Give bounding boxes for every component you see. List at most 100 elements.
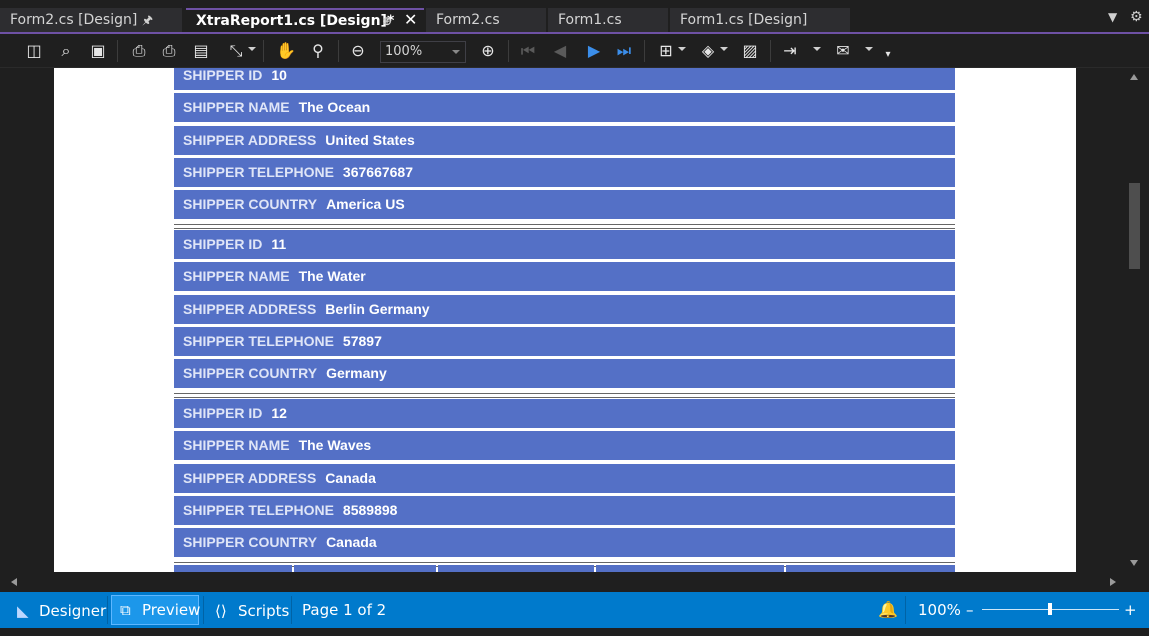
print-icon[interactable]: ⎙ bbox=[127, 39, 151, 63]
scroll-up-icon[interactable] bbox=[1130, 74, 1138, 80]
scroll-thumb[interactable] bbox=[1129, 183, 1140, 269]
field-label: SHIPPER COUNTRY bbox=[183, 196, 318, 212]
field-value: The Ocean bbox=[298, 99, 371, 115]
tab-form2-code[interactable]: Form2.cs bbox=[426, 8, 546, 32]
toolbar-separator bbox=[263, 40, 264, 62]
close-icon[interactable]: ✕ bbox=[404, 9, 417, 31]
export-dropdown-icon[interactable] bbox=[813, 47, 821, 51]
scripts-button[interactable]: ⟨⟩ Scripts bbox=[207, 592, 289, 628]
quick-print-icon[interactable]: ⎙ bbox=[157, 39, 181, 63]
preview-button[interactable]: ⧉ Preview bbox=[111, 595, 200, 625]
field-value: America US bbox=[326, 196, 405, 212]
record-separator bbox=[174, 397, 955, 398]
tab-form1-code[interactable]: Form1.cs bbox=[548, 8, 668, 32]
save-icon[interactable]: ▣ bbox=[86, 39, 110, 63]
report-field-row: SHIPPER ID 10 bbox=[174, 68, 955, 90]
report-field-row: SHIPPER ADDRESS Berlin Germany bbox=[174, 295, 955, 324]
tab-form1-design[interactable]: Form1.cs [Design] bbox=[670, 8, 850, 32]
page-info: Page 1 of 2 bbox=[302, 601, 387, 619]
record-separator bbox=[174, 228, 955, 229]
next-band-cell bbox=[786, 565, 955, 572]
hand-tool-icon[interactable]: ✋ bbox=[274, 39, 298, 63]
pin-icon[interactable]: 🖈 bbox=[142, 8, 153, 32]
window-bottom-edge bbox=[0, 628, 1149, 636]
report-field-row: SHIPPER COUNTRY Canada bbox=[174, 528, 955, 557]
zoom-level: 100% bbox=[918, 601, 961, 619]
zoom-out-icon[interactable]: ⊖ bbox=[346, 39, 370, 63]
report-field-row: SHIPPER TELEPHONE 57897 bbox=[174, 327, 955, 356]
designer-label: Designer bbox=[39, 602, 107, 620]
report-field-row: SHIPPER ADDRESS United States bbox=[174, 126, 955, 155]
zoom-minus-button[interactable]: – bbox=[966, 592, 974, 628]
field-label: SHIPPER ID bbox=[183, 68, 263, 83]
scroll-down-icon[interactable] bbox=[1130, 560, 1138, 566]
report-field-row: SHIPPER NAME The Waves bbox=[174, 431, 955, 460]
next-page-icon[interactable]: ▶ bbox=[582, 39, 606, 63]
first-page-icon[interactable]: ⏮ bbox=[516, 39, 540, 63]
background-color-dropdown-icon[interactable] bbox=[720, 47, 728, 51]
report-field-row: SHIPPER NAME The Ocean bbox=[174, 93, 955, 122]
next-band-cell bbox=[438, 565, 594, 572]
field-value: Canada bbox=[325, 470, 376, 486]
multiple-pages-dropdown-icon[interactable] bbox=[678, 47, 686, 51]
layout-icon[interactable]: ◫ bbox=[22, 39, 46, 63]
tab-label: XtraReport1.cs [Design]* bbox=[196, 13, 395, 29]
field-label: SHIPPER TELEPHONE bbox=[183, 502, 334, 518]
scroll-right-icon[interactable] bbox=[1110, 578, 1116, 586]
pin-icon[interactable]: ⊕ bbox=[382, 10, 392, 32]
tab-xtrareport1-design[interactable]: XtraReport1.cs [Design]* ⊕ ✕ bbox=[186, 8, 424, 32]
designer-icon: ◣ bbox=[17, 602, 29, 620]
scale-icon[interactable]: ⤡ bbox=[224, 39, 248, 63]
tab-label: Form1.cs [Design] bbox=[680, 12, 808, 28]
background-color-icon[interactable]: ◈ bbox=[696, 39, 720, 63]
designer-button[interactable]: ◣ Designer bbox=[8, 592, 106, 628]
scripts-label: Scripts bbox=[238, 602, 290, 620]
status-divider bbox=[107, 596, 108, 624]
magnifier-icon[interactable]: ⚲ bbox=[306, 39, 330, 63]
preview-toolbar: ◫ ⌕ ▣ ⎙ ⎙ ▤ ⤡ ✋ ⚲ ⊖ ⊕ ⏮ ◀ ▶ ⏭ ⊞ ◈ ▨ ⇥ ✉ … bbox=[0, 34, 1149, 68]
vertical-scrollbar[interactable] bbox=[1126, 68, 1143, 572]
next-band-cell bbox=[174, 565, 292, 572]
field-label: SHIPPER ADDRESS bbox=[183, 132, 317, 148]
gear-icon[interactable]: ⚙ bbox=[1130, 9, 1143, 25]
report-preview-window: Form2.cs [Design] 🖈 XtraReport1.cs [Desi… bbox=[0, 0, 1149, 636]
field-label: SHIPPER ID bbox=[183, 236, 263, 252]
field-label: SHIPPER TELEPHONE bbox=[183, 333, 334, 349]
scroll-left-icon[interactable] bbox=[11, 578, 17, 586]
report-viewport[interactable]: SHIPPER ID 10 SHIPPER NAME The Ocean SHIPPER… bbox=[0, 68, 1126, 572]
field-value: 11 bbox=[271, 236, 287, 252]
status-divider bbox=[905, 596, 906, 624]
notification-bell-icon[interactable]: 🔔 bbox=[878, 592, 898, 628]
preview-icon: ⧉ bbox=[120, 601, 131, 619]
watermark-icon[interactable]: ▨ bbox=[738, 39, 762, 63]
previous-page-icon[interactable]: ◀ bbox=[548, 39, 572, 63]
last-page-icon[interactable]: ⏭ bbox=[612, 39, 636, 63]
email-dropdown-icon[interactable] bbox=[865, 47, 873, 51]
multiple-pages-icon[interactable]: ⊞ bbox=[654, 39, 678, 63]
zoom-in-icon[interactable]: ⊕ bbox=[476, 39, 500, 63]
toolbar-separator bbox=[644, 40, 645, 62]
page-setup-icon[interactable]: ▤ bbox=[189, 39, 213, 63]
field-value: 8589898 bbox=[342, 502, 398, 518]
zoom-plus-button[interactable]: + bbox=[1124, 592, 1137, 628]
record-separator bbox=[174, 562, 955, 563]
field-label: SHIPPER COUNTRY bbox=[183, 365, 318, 381]
field-value: Berlin Germany bbox=[325, 301, 430, 317]
document-tab-strip: Form2.cs [Design] 🖈 XtraReport1.cs [Desi… bbox=[0, 0, 1149, 34]
export-icon[interactable]: ⇥ bbox=[778, 39, 802, 63]
email-icon[interactable]: ✉ bbox=[831, 39, 855, 63]
zoom-slider-thumb[interactable] bbox=[1048, 603, 1052, 615]
next-band-cell bbox=[596, 565, 784, 572]
toolbar-overflow-icon[interactable]: ▾ bbox=[876, 43, 900, 67]
record-separator bbox=[174, 224, 955, 225]
tab-form2-design[interactable]: Form2.cs [Design] 🖈 bbox=[0, 8, 182, 32]
find-icon[interactable]: ⌕ bbox=[54, 39, 78, 63]
field-value: 57897 bbox=[342, 333, 382, 349]
zoom-combobox[interactable]: 100% bbox=[380, 41, 466, 63]
scale-dropdown-icon[interactable] bbox=[248, 47, 256, 51]
tab-dropdown-icon[interactable]: ▼ bbox=[1108, 10, 1117, 24]
field-value: Germany bbox=[326, 365, 387, 381]
next-band-cell bbox=[294, 565, 436, 572]
report-field-row: SHIPPER COUNTRY Germany bbox=[174, 359, 955, 388]
horizontal-scrollbar[interactable] bbox=[0, 572, 1126, 592]
